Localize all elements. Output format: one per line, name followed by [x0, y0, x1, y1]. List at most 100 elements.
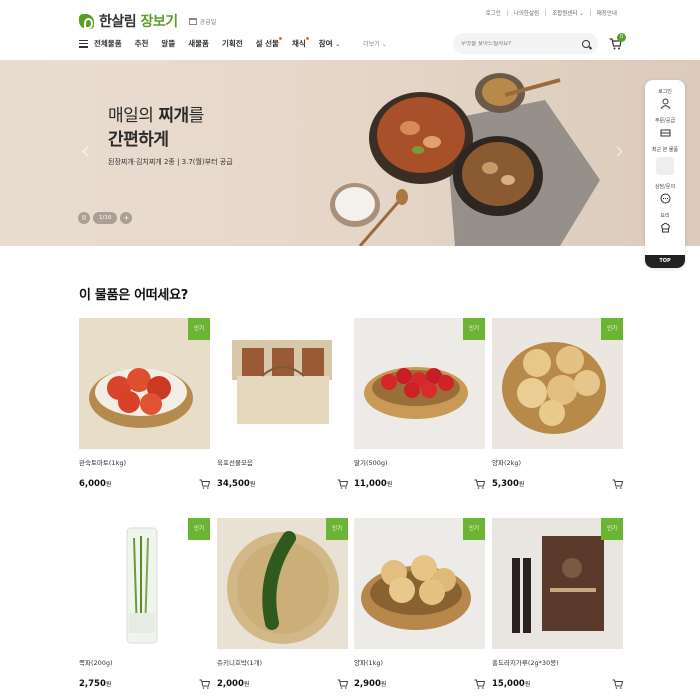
- product-image[interactable]: [217, 318, 348, 449]
- product-price: 34,500원: [217, 479, 255, 489]
- quick-menu: 로그인 주문/공급 최근 본 물품 상담/문의 요리 TOP: [645, 80, 685, 268]
- quick-recent[interactable]: 최근 본 물품: [652, 146, 678, 175]
- price-value: 34,500: [217, 479, 250, 489]
- logo-main: 한살림: [99, 14, 137, 30]
- product-name[interactable]: 딸기(500g): [354, 457, 485, 467]
- quick-login-label: 로그인: [658, 89, 672, 95]
- main-banner[interactable]: 매일의 찌개를 간편하게 된장찌개·김치찌개 2종 | 3.7(월)부터 공급 …: [0, 60, 700, 246]
- nav-new-year-gift[interactable]: 설 선물: [255, 37, 282, 49]
- nav-new-products[interactable]: 새물품: [188, 38, 209, 49]
- popular-badge: 인기: [601, 518, 623, 540]
- util-links: 로그인 나의한살림 조합원센터 ⌄ 매장안내: [480, 9, 623, 17]
- product-image[interactable]: 인기: [217, 518, 348, 649]
- quick-recipe[interactable]: 요리: [660, 212, 671, 233]
- site-logo[interactable]: 한살림 장보기 공급일: [79, 11, 216, 31]
- product-card[interactable]: 인기 완숙토마토(1kg) 6,000원: [79, 318, 210, 489]
- member-center-link[interactable]: 조합원센터 ⌄: [546, 9, 590, 17]
- quick-login[interactable]: 로그인: [658, 88, 672, 109]
- add-to-cart-icon[interactable]: [474, 679, 485, 689]
- product-card[interactable]: 인기 양파(1kg) 2,900원: [354, 518, 485, 689]
- member-center-label: 조합원센터: [552, 11, 578, 17]
- product-image[interactable]: 인기: [492, 518, 623, 649]
- banner-title: 매일의 찌개를 간편하게: [108, 104, 204, 152]
- cart-count-badge: 0: [617, 33, 626, 42]
- price-value: 11,000: [354, 479, 387, 489]
- add-to-cart-icon[interactable]: [474, 479, 485, 489]
- nav-gift-label: 설 선물: [255, 39, 279, 48]
- my-hansalim-link[interactable]: 나의한살림: [508, 9, 545, 17]
- delivery-icon: [660, 129, 670, 137]
- search-icon[interactable]: [582, 39, 590, 48]
- add-to-cart-icon[interactable]: [612, 479, 623, 489]
- popular-badge: 인기: [463, 518, 485, 540]
- product-price: 11,000원: [354, 479, 392, 489]
- recent-product-thumbnail[interactable]: [656, 157, 674, 175]
- currency: 원: [249, 481, 256, 488]
- nav-participate-label: 참여: [318, 39, 333, 48]
- product-price: 2,000원: [217, 679, 249, 689]
- scroll-top-button[interactable]: TOP: [645, 255, 685, 268]
- product-image[interactable]: 인기: [354, 518, 485, 649]
- product-card[interactable]: 인기 딸기(500g) 11,000원: [354, 318, 485, 489]
- product-card[interactable]: 인기 양파(2kg) 5,300원: [492, 318, 623, 489]
- new-dot-icon: [305, 37, 309, 40]
- price-value: 6,000: [79, 479, 106, 489]
- product-image[interactable]: 인기: [354, 318, 485, 449]
- chat-icon: [660, 193, 670, 204]
- product-card[interactable]: 인기 홍도라지가루(2g*30봉) 15,000원: [492, 518, 623, 689]
- product-image[interactable]: 인기: [492, 318, 623, 449]
- banner-subtitle: 된장찌개·김치찌개 2종 | 3.7(월)부터 공급: [108, 158, 233, 166]
- new-dot-icon: [278, 37, 282, 40]
- nav-more[interactable]: 더보기 ⌄: [363, 39, 387, 48]
- add-to-cart-icon[interactable]: [199, 679, 210, 689]
- product-price: 2,750원: [79, 679, 111, 689]
- product-card[interactable]: 육포선물모음 34,500원: [217, 318, 348, 489]
- add-to-cart-icon[interactable]: [337, 479, 348, 489]
- price-value: 5,300: [492, 479, 519, 489]
- product-card[interactable]: 인기 쥬키니호박(1개) 2,000원: [217, 518, 348, 689]
- product-name[interactable]: 홍도라지가루(2g*30봉): [492, 657, 623, 667]
- product-name[interactable]: 양파(1kg): [354, 657, 485, 667]
- product-name[interactable]: 완숙토마토(1kg): [79, 457, 210, 467]
- currency: 원: [386, 481, 393, 488]
- product-name[interactable]: 육포선물모음: [217, 457, 348, 467]
- pause-button[interactable]: II: [78, 212, 90, 224]
- product-image[interactable]: 인기: [79, 518, 210, 649]
- popular-badge: 인기: [326, 518, 348, 540]
- banner-title-post: 를: [188, 106, 205, 126]
- nav-bargain[interactable]: 알뜰: [161, 38, 175, 49]
- product-name[interactable]: 쪽파(200g): [79, 657, 210, 667]
- login-link[interactable]: 로그인: [480, 9, 507, 17]
- nav-exhibition[interactable]: 기획전: [222, 38, 243, 49]
- chef-hat-icon: [660, 222, 670, 233]
- nav-vegetarian[interactable]: 채식: [292, 37, 309, 49]
- supply-day-button[interactable]: 공급일: [188, 17, 216, 26]
- currency: 원: [380, 681, 387, 688]
- product-card[interactable]: 인기 쪽파(200g) 2,750원: [79, 518, 210, 689]
- product-image[interactable]: 인기: [79, 318, 210, 449]
- search-input[interactable]: [461, 40, 582, 47]
- quick-consult[interactable]: 상담/문의: [655, 183, 675, 204]
- slide-count: 1/10: [93, 212, 118, 224]
- product-name[interactable]: 쥬키니호박(1개): [217, 657, 348, 667]
- chevron-down-icon: ⌄: [335, 41, 341, 48]
- currency: 원: [105, 481, 112, 488]
- store-info-link[interactable]: 매장안내: [591, 9, 623, 17]
- banner-title-pre: 매일의: [108, 106, 159, 126]
- product-name[interactable]: 양파(2kg): [492, 457, 623, 467]
- nav-participate[interactable]: 참여 ⌄: [319, 38, 340, 49]
- hansalim-logo-icon: [79, 13, 94, 29]
- banner-title-line2: 간편하게: [108, 130, 169, 150]
- quick-order[interactable]: 주문/공급: [655, 117, 675, 138]
- add-to-cart-icon[interactable]: [337, 679, 348, 689]
- chevron-down-icon: ⌄: [381, 41, 387, 48]
- popular-badge: 인기: [188, 518, 210, 540]
- view-all-slides-button[interactable]: +: [120, 212, 133, 224]
- add-to-cart-icon[interactable]: [199, 479, 210, 489]
- menu-icon[interactable]: [79, 39, 88, 48]
- nav-all-products[interactable]: 전체물품: [94, 38, 122, 49]
- nav-recommend[interactable]: 추천: [135, 38, 149, 49]
- user-icon: [660, 98, 670, 109]
- price-value: 2,750: [79, 679, 106, 689]
- add-to-cart-icon[interactable]: [612, 679, 623, 689]
